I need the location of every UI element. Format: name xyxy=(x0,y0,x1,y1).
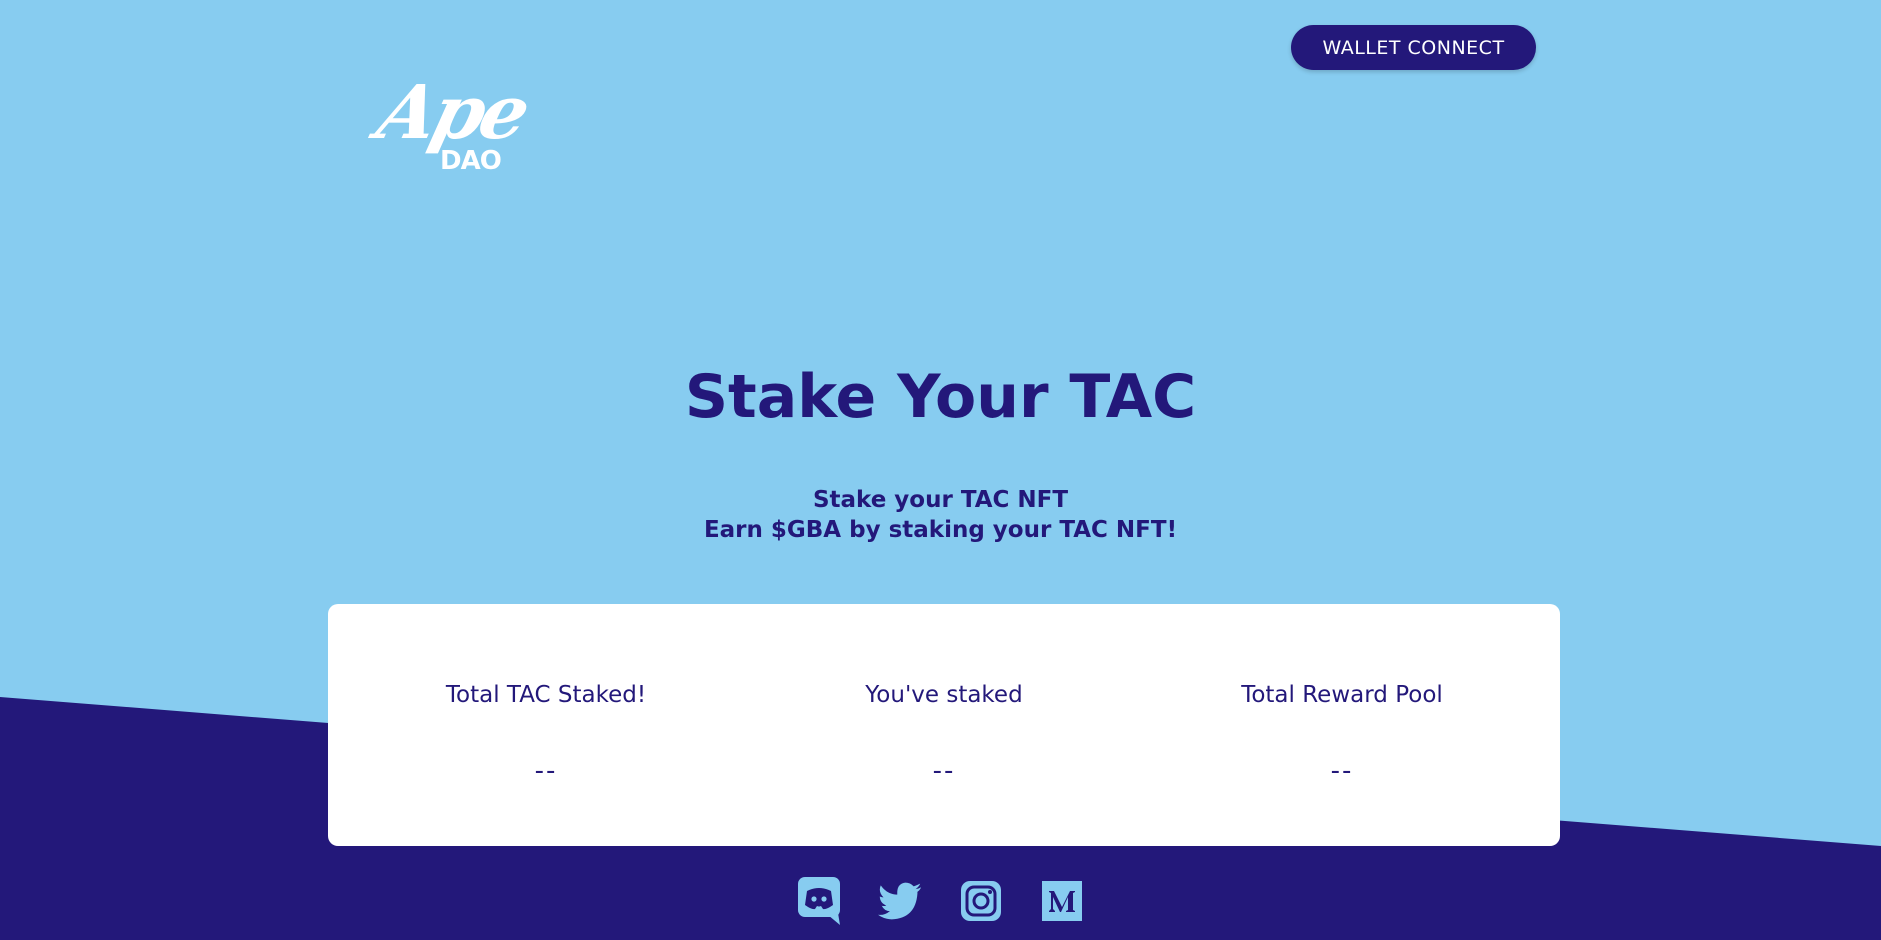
stat-label: Total Reward Pool xyxy=(1241,682,1443,708)
subtitle-line-1: Stake your TAC NFT xyxy=(812,487,1069,513)
stat-reward-pool: Total Reward Pool -- xyxy=(1192,604,1492,846)
stat-value: -- xyxy=(534,756,558,786)
hero-subtitle: Stake your TAC NFT Earn $GBA by staking … xyxy=(0,485,1881,545)
stat-you-staked: You've staked -- xyxy=(794,604,1094,846)
page-title: Stake Your TAC xyxy=(684,362,1197,432)
wallet-connect-button[interactable]: WALLET CONNECT xyxy=(1291,25,1536,70)
medium-icon[interactable] xyxy=(1040,877,1084,925)
subtitle-line-2: Earn $GBA by staking your TAC NFT! xyxy=(703,517,1178,543)
instagram-icon[interactable] xyxy=(959,877,1003,925)
apedao-logo[interactable]: Ape DAO xyxy=(369,70,535,192)
twitter-icon[interactable] xyxy=(878,877,922,925)
stat-label: Total TAC Staked! xyxy=(445,682,647,708)
logo-ape-text: Ape xyxy=(369,70,535,156)
stat-label: You've staked xyxy=(865,682,1023,708)
social-links xyxy=(0,877,1881,925)
discord-icon[interactable] xyxy=(797,877,841,925)
stat-total-staked: Total TAC Staked! -- xyxy=(396,604,696,846)
logo-dao-text: DAO xyxy=(440,146,502,176)
stat-value: -- xyxy=(932,756,956,786)
stat-value: -- xyxy=(1330,756,1354,786)
staking-stats-card: Total TAC Staked! -- You've staked -- To… xyxy=(328,604,1560,846)
